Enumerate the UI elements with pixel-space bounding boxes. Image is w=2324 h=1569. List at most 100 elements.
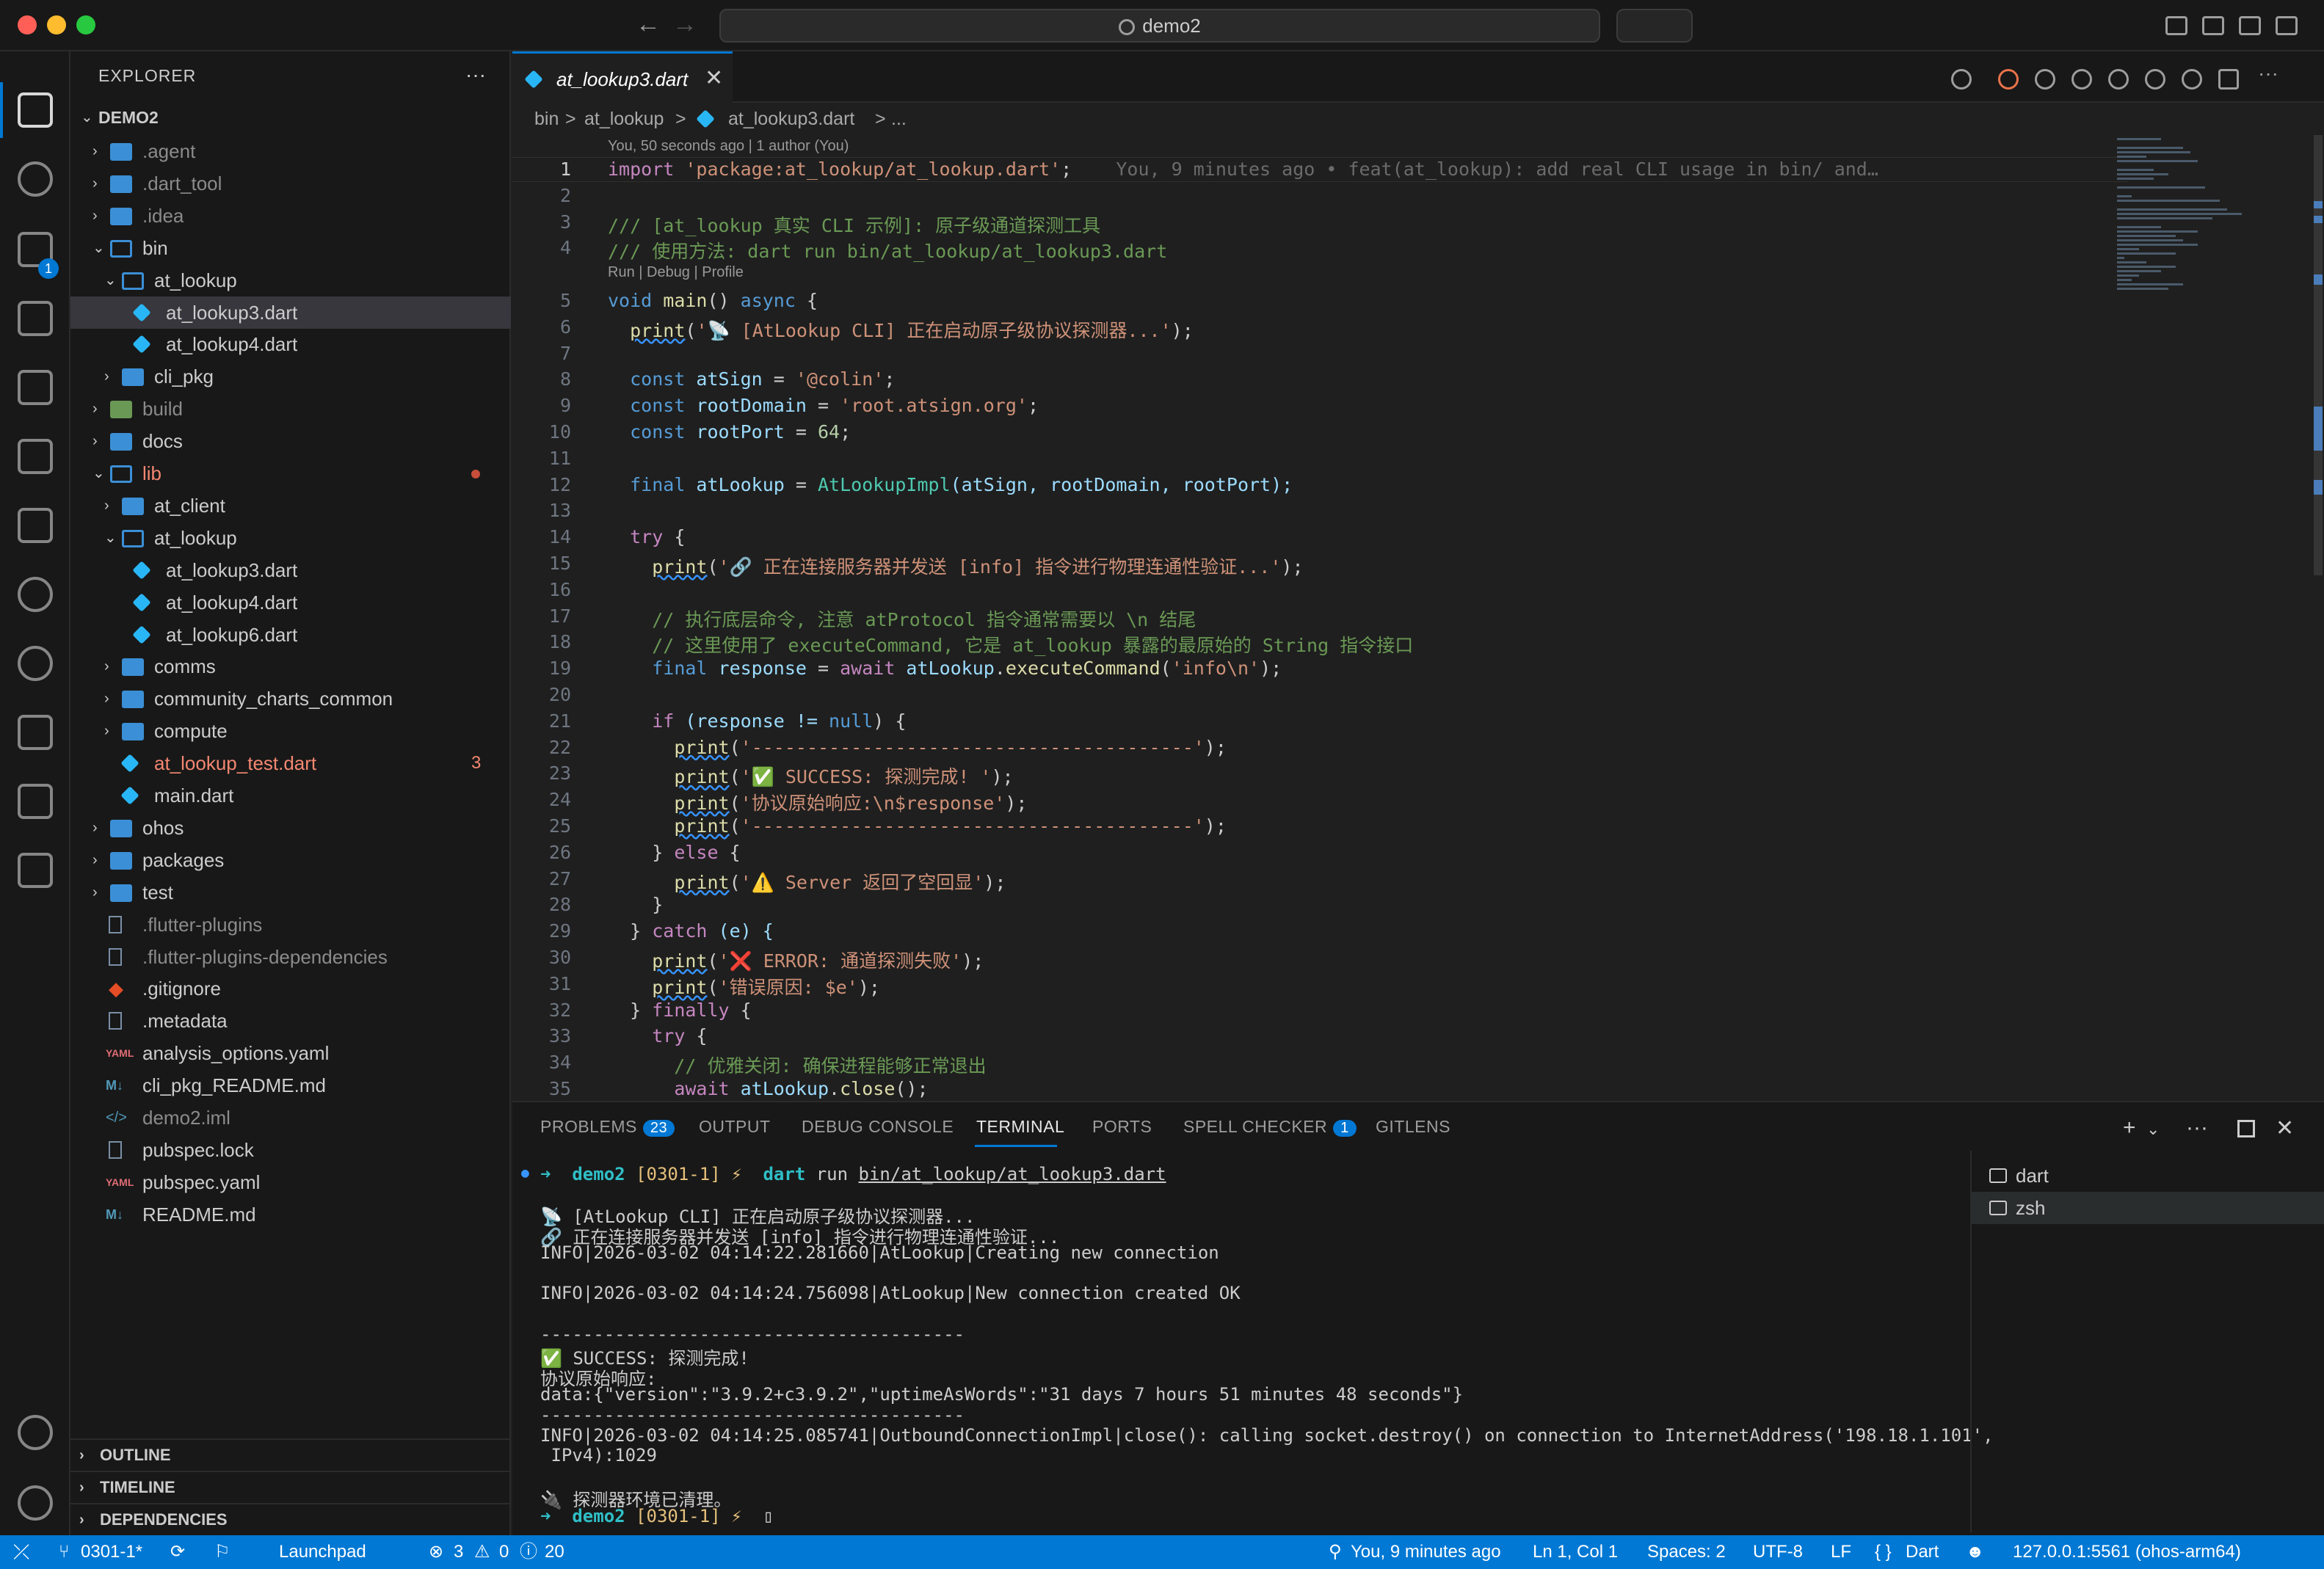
gitlens-inspect-icon[interactable] [18, 646, 53, 681]
breadcrumb-file[interactable]: at_lookup3.dart [728, 103, 854, 135]
toggle-panel-icon[interactable] [2239, 16, 2261, 35]
encoding[interactable]: UTF-8 [1753, 1535, 1803, 1569]
compare-previous-icon[interactable] [2071, 69, 2092, 90]
timeline-icon[interactable] [2035, 69, 2055, 90]
back-arrow-icon[interactable]: ← [636, 10, 661, 39]
terminal-item-dart[interactable]: dart [1972, 1160, 2324, 1192]
gitlens-icon[interactable] [18, 577, 53, 612]
tab-debug-console[interactable]: DEBUG CONSOLE [802, 1117, 954, 1137]
chat-button[interactable] [1616, 9, 1693, 43]
remote-indicator-icon[interactable]: ⤫ [13, 1535, 29, 1569]
terminal-item-zsh[interactable]: zsh [1972, 1192, 2324, 1224]
run-icon[interactable] [1951, 69, 1972, 90]
codelens-run[interactable]: Run | Debug | Profile [608, 264, 744, 281]
maximize-panel-icon[interactable] [2237, 1120, 2255, 1137]
launchpad-label[interactable]: Launchpad [279, 1535, 366, 1569]
tree-item[interactable]: › .agent [70, 135, 511, 167]
tree-item[interactable]: at_lookup6.dart [70, 619, 511, 651]
search-view-icon[interactable] [18, 161, 53, 197]
tree-item[interactable]: › at_client [70, 489, 511, 522]
editor-scrollbar[interactable] [2312, 135, 2324, 1101]
extensions-icon[interactable] [18, 439, 53, 474]
breadcrumb-bin[interactable]: bin [534, 103, 559, 135]
end-of-line[interactable]: LF [1831, 1535, 1851, 1569]
tab-at-lookup3[interactable]: at_lookup3.dart ✕ [512, 51, 733, 103]
tree-item[interactable]: YAML pubspec.yaml [70, 1166, 511, 1198]
minimap[interactable] [2114, 135, 2305, 355]
tree-item[interactable]: at_lookup4.dart [70, 586, 511, 619]
tree-item[interactable]: at_lookup3.dart [70, 296, 511, 329]
account-icon[interactable] [18, 1415, 53, 1450]
tree-item[interactable]: › test [70, 876, 511, 909]
forward-arrow-icon[interactable]: → [672, 10, 697, 39]
blame-info[interactable]: You, 9 minutes ago [1351, 1535, 1501, 1569]
tree-item[interactable]: › cli_pkg [70, 360, 511, 393]
tree-item[interactable]: M↓ README.md [70, 1198, 511, 1231]
close-icon[interactable]: ✕ [705, 65, 723, 91]
codelens-blame[interactable]: You, 50 seconds ago | 1 author (You) [608, 138, 849, 155]
run-debug-icon[interactable] [18, 301, 53, 336]
toggle-sidebar-icon[interactable] [2202, 16, 2224, 35]
tree-item[interactable]: › .idea [70, 200, 511, 232]
tree-item[interactable]: › comms [70, 650, 511, 682]
tree-item[interactable]: at_lookup_test.dart 3 [70, 747, 511, 779]
code-editor[interactable]: You, 50 seconds ago | 1 author (You) Run… [512, 135, 2324, 1101]
tree-item[interactable]: › compute [70, 715, 511, 747]
scroll-thumb[interactable] [2314, 135, 2323, 575]
tree-item[interactable]: YAML analysis_options.yaml [70, 1037, 511, 1069]
tree-item[interactable]: .flutter-plugins [70, 909, 511, 941]
window-minimize-button[interactable] [47, 15, 66, 34]
cursor-position[interactable]: Ln 1, Col 1 [1533, 1535, 1618, 1569]
editor-more-button[interactable]: ··· [2258, 62, 2278, 84]
explorer-icon[interactable] [18, 92, 53, 128]
workspace-root[interactable]: ⌄ DEMO2 [70, 101, 511, 134]
error-count[interactable]: 3 [454, 1535, 463, 1569]
close-panel-button[interactable]: ✕ [2276, 1115, 2294, 1141]
testing-icon[interactable] [18, 508, 53, 543]
new-terminal-button[interactable]: + [2123, 1115, 2136, 1140]
tree-item[interactable]: .flutter-plugins-dependencies [70, 941, 511, 973]
tree-item[interactable]: › community_charts_common [70, 682, 511, 715]
claude-icon[interactable] [1998, 69, 2019, 90]
tab-spell-checker[interactable]: SPELL CHECKER 1 [1183, 1117, 1357, 1137]
tree-item[interactable]: › docs [70, 425, 511, 457]
sync-icon[interactable]: ⟳ [170, 1535, 185, 1569]
tree-item[interactable]: › packages [70, 844, 511, 876]
tree-item[interactable]: at_lookup4.dart [70, 328, 511, 360]
command-path[interactable]: bin/at_lookup/at_lookup3.dart [859, 1164, 1166, 1184]
window-close-button[interactable] [18, 15, 37, 34]
tree-item[interactable]: pubspec.lock [70, 1134, 511, 1166]
timeline-section[interactable]: › TIMELINE [70, 1471, 511, 1503]
info-count[interactable]: 20 [545, 1535, 564, 1569]
tree-item[interactable]: ⌄ at_lookup [70, 522, 511, 554]
scan-icon[interactable] [18, 853, 53, 888]
gear-icon[interactable] [18, 1485, 53, 1521]
breadcrumb-at-lookup[interactable]: at_lookup [584, 103, 664, 135]
tab-output[interactable]: OUTPUT [699, 1117, 771, 1137]
dependencies-section[interactable]: › DEPENDENCIES [70, 1503, 511, 1535]
warning-count[interactable]: 0 [499, 1535, 509, 1569]
tree-item[interactable]: at_lookup3.dart [70, 554, 511, 586]
tab-terminal[interactable]: TERMINAL [976, 1117, 1064, 1137]
tab-ports[interactable]: PORTS [1092, 1117, 1152, 1137]
tree-item[interactable]: </> demo2.iml [70, 1102, 511, 1134]
explorer-more-button[interactable]: ··· [465, 63, 486, 87]
compare-next-icon[interactable] [2145, 69, 2165, 90]
gitlens-blame-icon[interactable] [2182, 69, 2202, 90]
breadcrumb-symbol[interactable]: ... [891, 103, 907, 135]
tree-item[interactable]: ⌄ bin [70, 232, 511, 264]
remote-explorer-icon[interactable] [18, 370, 53, 405]
window-maximize-button[interactable] [76, 15, 95, 34]
toggle-secondary-sidebar-icon[interactable] [2276, 16, 2298, 35]
tab-problems[interactable]: PROBLEMS 23 [540, 1117, 675, 1137]
command-center-search[interactable]: demo2 [719, 9, 1600, 43]
tree-item[interactable]: › .dart_tool [70, 167, 511, 200]
tree-item[interactable]: ⌄ at_lookup [70, 264, 511, 296]
toggle-layout-icon[interactable] [2165, 16, 2187, 35]
git-commit-icon[interactable] [2108, 69, 2129, 90]
chevron-down-icon[interactable]: ⌄ [2146, 1120, 2160, 1139]
tree-item[interactable]: ⌄ lib [70, 457, 511, 489]
git-branch[interactable]: 0301-1* [81, 1535, 142, 1569]
panel-more-button[interactable]: ··· [2186, 1115, 2208, 1140]
flutter-icon[interactable] [18, 784, 53, 819]
